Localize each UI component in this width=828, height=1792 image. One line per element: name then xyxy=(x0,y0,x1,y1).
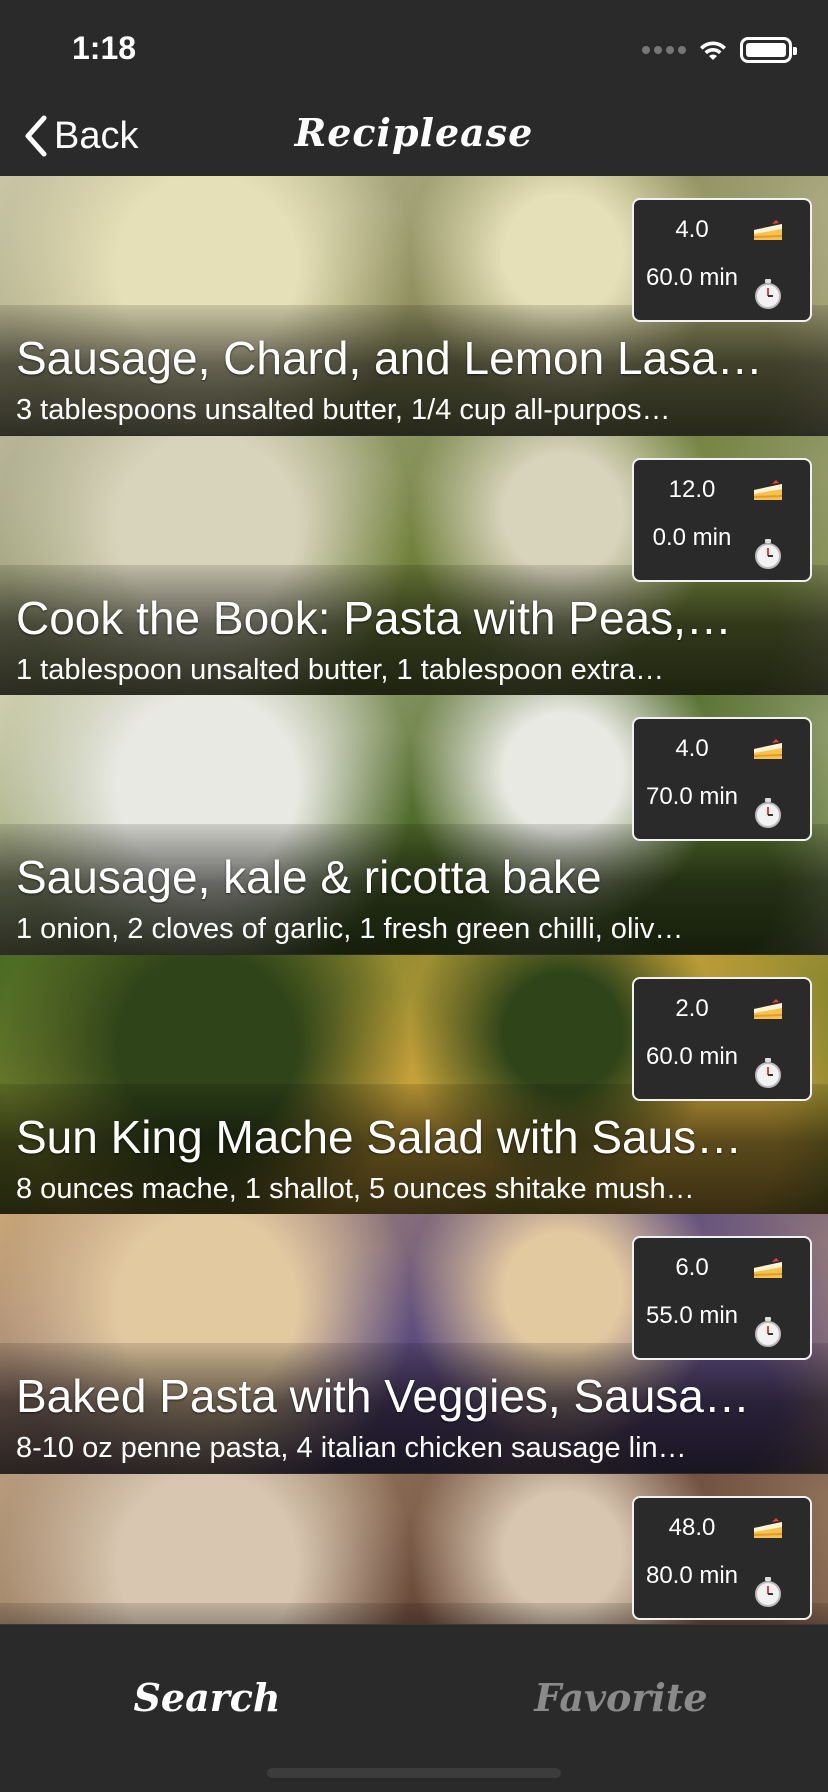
recipe-time: 60.0 min xyxy=(645,264,739,291)
recipe-ingredients: 1 tablespoon unsalted butter, 1 tablespo… xyxy=(16,654,665,686)
recipe-row[interactable]: Sausage, kale & ricotta bake 1 onion, 2 c… xyxy=(0,695,828,954)
cake-icon xyxy=(754,999,782,1019)
recipe-title: Baked Pasta with Veggies, Sausa… xyxy=(16,1370,750,1422)
cake-icon xyxy=(754,1258,782,1278)
stopwatch-icon xyxy=(755,1058,781,1088)
recipe-time: 80.0 min xyxy=(645,1562,739,1589)
recipe-time: 55.0 min xyxy=(645,1302,739,1329)
page-title: Reciplease xyxy=(294,110,534,155)
recipe-row[interactable]: Cook the Book: Pasta with Peas,… 1 tables… xyxy=(0,436,828,695)
home-indicator xyxy=(267,1768,561,1778)
recipe-row[interactable]: Sun King Mache Salad with Saus… 8 ounces … xyxy=(0,955,828,1214)
recipe-yield: 2.0 xyxy=(675,995,709,1022)
recipe-yield: 4.0 xyxy=(675,216,709,243)
status-time: 1:18 xyxy=(72,30,137,66)
battery-icon xyxy=(740,37,797,63)
tab-bar: Search Favorite xyxy=(0,1624,828,1792)
recipe-ingredients: 8 ounces mache, 1 shallot, 5 ounces shit… xyxy=(16,1173,695,1205)
recipe-time: 70.0 min xyxy=(645,783,739,810)
status-icons xyxy=(642,36,797,64)
cake-icon xyxy=(754,480,782,500)
recipe-title: Cook the Book: Pasta with Peas,… xyxy=(16,592,732,644)
recipe-info-box: 4.0 60.0 min xyxy=(632,198,812,322)
recipe-ingredients: 3 tablespoons unsalted butter, 1/4 cup a… xyxy=(16,394,671,426)
recipe-yield: 48.0 xyxy=(668,1514,716,1541)
recipe-time: 0.0 min xyxy=(652,524,732,551)
stopwatch-icon xyxy=(755,539,781,569)
wifi-icon xyxy=(700,41,726,60)
recipe-row[interactable]: 48.0 80.0 min xyxy=(0,1474,828,1624)
recipe-info-box: 2.0 60.0 min xyxy=(632,977,812,1101)
recipe-yield: 12.0 xyxy=(668,476,716,503)
cake-icon xyxy=(754,220,782,240)
tab-favorite[interactable]: Favorite xyxy=(414,1675,828,1720)
stopwatch-icon xyxy=(755,798,781,828)
recipe-info-box: 12.0 0.0 min xyxy=(632,458,812,582)
recipe-info-box: 4.0 70.0 min xyxy=(632,717,812,841)
recipe-time: 60.0 min xyxy=(645,1043,739,1070)
recipe-yield: 4.0 xyxy=(675,735,709,762)
recipe-ingredients: 1 onion, 2 cloves of garlic, 1 fresh gre… xyxy=(16,913,684,945)
cake-icon xyxy=(754,1518,782,1538)
stopwatch-icon xyxy=(755,1317,781,1347)
recipe-row[interactable]: Baked Pasta with Veggies, Sausa… 8-10 oz … xyxy=(0,1214,828,1473)
recipe-info-box: 48.0 80.0 min xyxy=(632,1496,812,1620)
cake-icon xyxy=(754,739,782,759)
recipe-ingredients: 8-10 oz penne pasta, 4 italian chicken s… xyxy=(16,1432,687,1464)
cellular-signal-icon xyxy=(642,46,686,54)
recipe-title: Sun King Mache Salad with Saus… xyxy=(16,1111,743,1163)
recipe-info-box: 6.0 55.0 min xyxy=(632,1236,812,1360)
navigation-bar: Back Reciplease xyxy=(0,96,828,176)
recipe-title: Sausage, Chard, and Lemon Lasa… xyxy=(16,332,763,384)
recipe-row[interactable]: Sausage, Chard, and Lemon Lasa… 3 tablesp… xyxy=(0,176,828,435)
recipe-yield: 6.0 xyxy=(675,1254,709,1281)
tab-search[interactable]: Search xyxy=(0,1675,414,1720)
status-bar: 1:18 xyxy=(0,0,828,96)
stopwatch-icon xyxy=(755,1577,781,1607)
recipe-title: Sausage, kale & ricotta bake xyxy=(16,851,602,903)
stopwatch-icon xyxy=(755,279,781,309)
recipe-list[interactable]: Sausage, Chard, and Lemon Lasa… 3 tablesp… xyxy=(0,176,828,1624)
